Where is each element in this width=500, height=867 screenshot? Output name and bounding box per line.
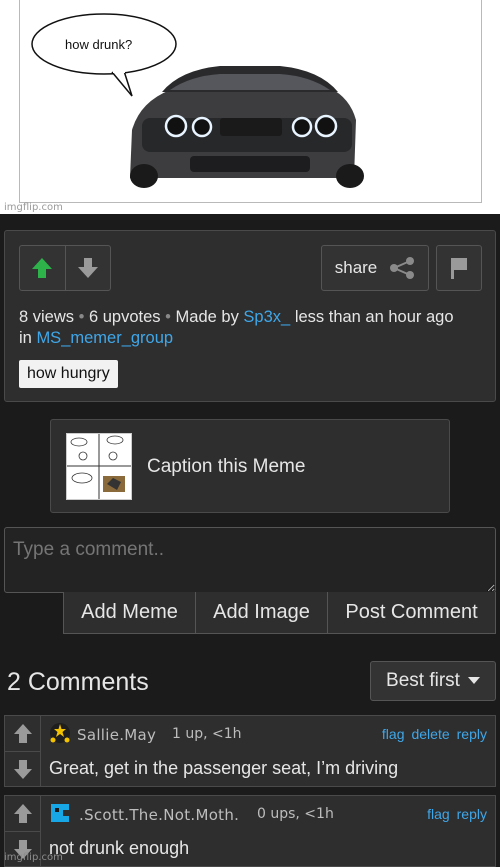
post-time: less than an hour ago [294, 308, 454, 326]
comment-downvote-button[interactable] [5, 751, 40, 786]
post-comment-button[interactable]: Post Comment [327, 592, 495, 633]
tag-chip[interactable]: how hungry [19, 360, 118, 388]
comment-action-bar: Add Meme Add Image Post Comment [63, 592, 496, 634]
page-root: how drunk? imgflip.com share 8 views • 6… [0, 0, 500, 867]
meme-image: how drunk? imgflip.com [0, 0, 500, 214]
comment-item: .Scott.The.Not.Moth. 0 ups, <1h flag rep… [4, 795, 496, 867]
post-meta: 8 views • 6 upvotes • Made by Sp3x_ less… [19, 307, 489, 349]
comment-stats: 0 ups, <1h [257, 806, 334, 822]
group-link[interactable]: MS_memer_group [36, 329, 173, 347]
comment-upvote-button[interactable] [5, 716, 40, 751]
in-label: in [19, 329, 32, 347]
caption-meme-button[interactable]: Caption this Meme [50, 419, 450, 513]
comment-vote-column [5, 716, 41, 786]
add-meme-button[interactable]: Add Meme [64, 592, 195, 633]
caption-label: Caption this Meme [147, 456, 306, 477]
arrow-down-icon [13, 760, 32, 779]
upvote-button[interactable] [20, 246, 65, 290]
arrow-up-icon [13, 723, 32, 743]
comment-actions: flag delete reply [382, 726, 487, 742]
speech-bubble-text: how drunk? [65, 37, 133, 52]
flag-button[interactable] [436, 245, 482, 291]
share-label: share [334, 258, 378, 277]
comment-reply-link[interactable]: reply [457, 806, 487, 822]
comment-flag-link[interactable]: flag [382, 726, 405, 742]
upvote-count: 6 upvotes [89, 308, 161, 326]
share-icon [390, 257, 415, 279]
sort-label: Best first [386, 670, 460, 691]
comment-actions: flag reply [427, 806, 487, 822]
sort-select[interactable]: Best first [370, 661, 496, 701]
comment-text: not drunk enough [49, 838, 190, 858]
flag-icon [451, 258, 467, 279]
comment-username[interactable]: Sallie.May [77, 726, 156, 744]
user-avatar-pacman-icon [51, 804, 69, 822]
comment-flag-link[interactable]: flag [427, 806, 450, 822]
arrow-down-icon [77, 258, 98, 278]
downvote-button[interactable] [64, 246, 110, 290]
author-link[interactable]: Sp3x_ [243, 308, 290, 326]
add-image-button[interactable]: Add Image [195, 592, 327, 633]
view-count: 8 views [19, 308, 75, 326]
vote-group [19, 245, 111, 291]
user-avatar-stars-icon [50, 723, 70, 743]
arrow-up-icon [32, 258, 53, 278]
comment-reply-link[interactable]: reply [457, 726, 487, 742]
footer-watermark: imgflip.com [4, 852, 63, 863]
meme-illustration [31, 13, 364, 188]
caret-down-icon [467, 677, 480, 684]
comment-input[interactable] [4, 527, 496, 593]
comment-delete-link[interactable]: delete [411, 726, 449, 742]
made-by-label: Made by [175, 308, 239, 326]
meta-separator: • [78, 308, 85, 326]
comment-text: Great, get in the passenger seat, I’m dr… [49, 758, 399, 778]
share-button[interactable]: share [321, 245, 429, 291]
comment-stats: 1 up, <1h [172, 726, 242, 742]
comment-item: Sallie.May 1 up, <1h flag delete reply G… [4, 715, 496, 787]
meta-separator: • [165, 308, 171, 326]
meme-watermark: imgflip.com [4, 202, 63, 213]
comments-title: 2 Comments [7, 668, 149, 696]
arrow-up-icon [13, 803, 32, 823]
caption-thumbnail [66, 433, 132, 500]
comment-username[interactable]: .Scott.The.Not.Moth. [79, 806, 239, 824]
comic-thumbnail-icon [67, 434, 131, 499]
post-info-panel: share 8 views • 6 upvotes • Made by Sp3x… [4, 230, 496, 402]
comment-upvote-button[interactable] [5, 796, 40, 831]
meme-frame: how drunk? [19, 0, 482, 203]
